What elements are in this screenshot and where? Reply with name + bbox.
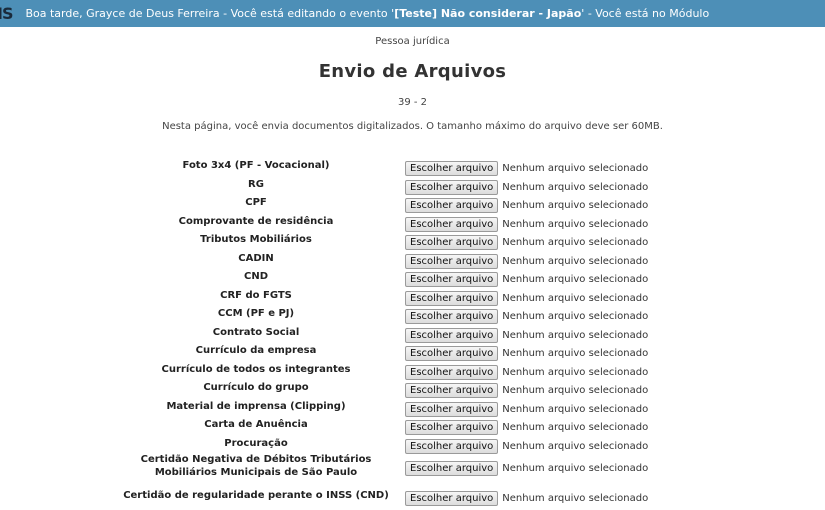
upload-row: CRF do FGTS Escolher arquivo Nenhum arquiv… xyxy=(0,285,825,306)
upload-row: Currículo da empresa Escolher arquivo Nenh… xyxy=(0,340,825,361)
upload-row: Comprovante de residência Escolher arquiv… xyxy=(0,211,825,232)
document-label: Tributos Mobiliários xyxy=(200,234,312,245)
file-status: Nenhum arquivo selecionado xyxy=(502,422,649,433)
file-status: Nenhum arquivo selecionado xyxy=(502,255,649,267)
upload-row: Contrato Social Escolher arquivo Nenhum ar… xyxy=(0,322,825,343)
document-label: CND xyxy=(243,271,268,282)
upload-row: Currículo de todos os integrantes Escolhe… xyxy=(0,359,825,380)
upload-row: CPF Escolher arquivo Nenhum arquivo seleci… xyxy=(0,192,825,213)
document-label: Material de imprensa (Clipping) xyxy=(166,400,346,412)
upload-row: CND Escolher arquivo Nenhum arquivo seleci… xyxy=(0,266,825,287)
file-status: Nenhum arquivo selecionado xyxy=(502,440,649,452)
upload-row: Tributos Mobiliários Escolher arquivo Nenh… xyxy=(0,229,825,250)
document-label: Certidão Negativa de Débitos Tributários… xyxy=(140,454,372,478)
app-logo: IS xyxy=(0,4,14,23)
upload-row: RG Escolher arquivo Nenhum arquivo selecio… xyxy=(0,174,825,195)
document-label: Certidão de regularidade perante o INSS … xyxy=(123,490,389,501)
upload-row: Certidão de regularidade perante o INSS … xyxy=(0,485,825,506)
document-label: Currículo do grupo xyxy=(203,382,309,393)
page-title: Envio de Arquivos xyxy=(318,61,507,82)
file-input: Escolher arquivo Nenhum arquivo seleciona… xyxy=(405,461,648,476)
file-status: Nenhum arquivo selecionado xyxy=(502,218,649,230)
file-input: Escolher arquivo Nenhum arquivo seleciona… xyxy=(405,491,648,506)
upload-row: Carta de Anuência Escolher arquivo Nenhum … xyxy=(0,414,825,435)
upload-row: Procuração Escolher arquivo Nenhum arquivo… xyxy=(0,433,825,454)
greeting-text: Boa tarde, Grayce de Deus Ferreira - Voc… xyxy=(25,7,395,20)
document-label: CPF xyxy=(245,197,267,208)
event-name: [Teste] Não considerar - Japão xyxy=(394,7,582,20)
event-code: 39 - 2 xyxy=(397,97,428,108)
file-status: Nenhum arquivo selecionado xyxy=(502,348,649,359)
file-status: Nenhum arquivo selecionado xyxy=(502,181,649,193)
upload-row: Foto 3x4 (PF - Vocacional) Escolher arqui… xyxy=(0,155,825,176)
page-subtitle: Pessoa jurídica xyxy=(375,36,450,47)
document-label: Procuração xyxy=(224,437,288,449)
file-status: Nenhum arquivo selecionado xyxy=(502,163,649,174)
upload-row: Material de imprensa (Clipping) Escolher … xyxy=(0,396,825,417)
document-label: Comprovante de residência xyxy=(178,215,334,227)
choose-file-button[interactable]: Escolher arquivo xyxy=(405,461,499,476)
upload-row: CADIN Escolher arquivo Nenhum arquivo sele… xyxy=(0,248,825,269)
upload-list: Foto 3x4 (PF - Vocacional) Escolher arqui… xyxy=(0,155,825,506)
file-status: Nenhum arquivo selecionado xyxy=(502,463,649,474)
document-label: RG xyxy=(248,178,264,190)
file-status: Nenhum arquivo selecionado xyxy=(502,200,649,211)
file-status: Nenhum arquivo selecionado xyxy=(502,311,649,322)
page-intro: Nesta página, você envia documentos digi… xyxy=(162,121,663,132)
file-status: Nenhum arquivo selecionado xyxy=(502,366,649,378)
document-label: Currículo de todos os integrantes xyxy=(161,363,351,375)
file-status: Nenhum arquivo selecionado xyxy=(502,237,649,248)
document-label: Carta de Anuência xyxy=(204,419,308,430)
upload-row: Currículo do grupo Escolher arquivo Nenhum… xyxy=(0,377,825,398)
choose-file-button[interactable]: Escolher arquivo xyxy=(405,491,499,506)
document-label: Foto 3x4 (PF - Vocacional) xyxy=(182,160,330,171)
module-text: ' - Você está no Módulo xyxy=(581,7,710,20)
file-status: Nenhum arquivo selecionado xyxy=(502,274,649,285)
upload-row: Certidão Negativa de Débitos Tributários… xyxy=(0,451,825,485)
document-label: CRF do FGTS xyxy=(220,289,292,301)
document-label: CADIN xyxy=(238,252,274,264)
file-status: Nenhum arquivo selecionado xyxy=(502,385,649,396)
file-status: Nenhum arquivo selecionado xyxy=(502,292,649,304)
file-status: Nenhum arquivo selecionado xyxy=(502,403,649,415)
file-status: Nenhum arquivo selecionado xyxy=(502,493,649,504)
document-label: Contrato Social xyxy=(212,326,300,338)
top-bar: IS Boa tarde, Grayce de Deus Ferreira - … xyxy=(0,0,825,27)
file-status: Nenhum arquivo selecionado xyxy=(502,329,649,341)
upload-row: CCM (PF e PJ) Escolher arquivo Nenhum arqu… xyxy=(0,303,825,324)
document-label: Currículo da empresa xyxy=(195,345,317,356)
document-label: CCM (PF e PJ) xyxy=(217,308,295,319)
